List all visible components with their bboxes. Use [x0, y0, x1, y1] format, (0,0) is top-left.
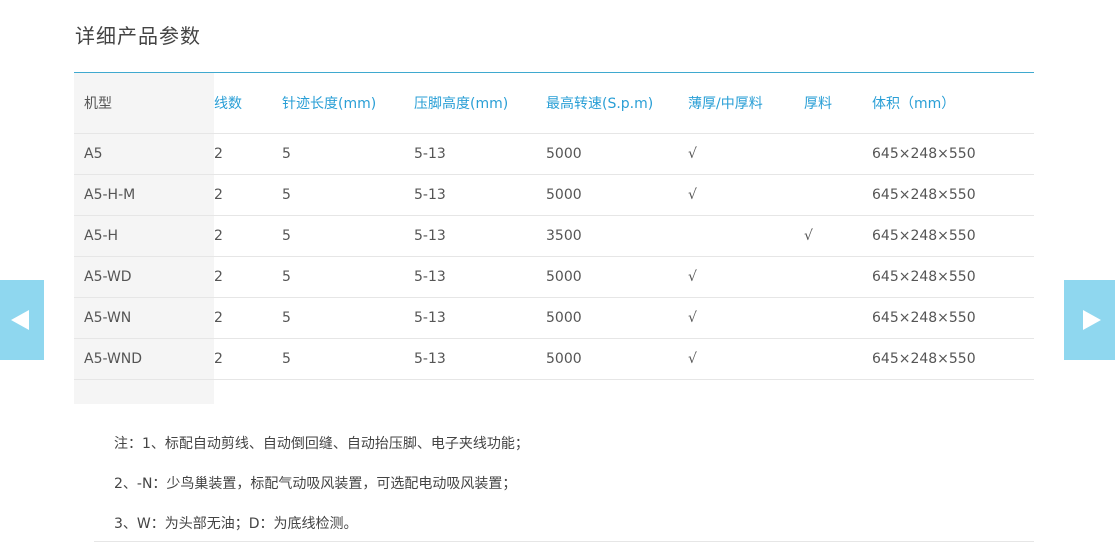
note-line-2: 2、-N：少鸟巢装置，标配气动吸风装置，可选配电动吸风装置；: [114, 476, 517, 492]
cell-model: A5: [74, 133, 214, 175]
cell-thread-count: 2: [214, 174, 282, 216]
header-thread-count: 线数: [214, 73, 282, 134]
table-row: A5-H 2 5 5-13 3500 √ 645×248×550: [74, 215, 1034, 257]
cell-max-speed: 5000: [546, 256, 688, 298]
cell-max-speed: 5000: [546, 174, 688, 216]
header-thick-material: 厚料: [804, 73, 872, 134]
cell-thread-count: 2: [214, 215, 282, 257]
cell-volume: 645×248×550: [872, 297, 1034, 339]
header-model: 机型: [74, 73, 214, 134]
cell-thick-material: [804, 174, 872, 216]
table-row: A5 2 5 5-13 5000 √ 645×248×550: [74, 133, 1034, 175]
header-stitch-length: 针迹长度(mm): [282, 73, 414, 134]
cell-thread-count: 2: [214, 256, 282, 298]
header-presser-foot-height: 压脚高度(mm): [414, 73, 546, 134]
cell-thick-material: √: [804, 215, 872, 257]
cell-stitch-length: 5: [282, 174, 414, 216]
arrow-right-icon: [1083, 310, 1101, 330]
note-line-3: 3、W：为头部无油；D：为底线检测。: [114, 516, 358, 532]
cell-model: A5-H: [74, 215, 214, 257]
cell-thick-material: [804, 338, 872, 380]
cell-thread-count: 2: [214, 338, 282, 380]
table-row: A5-H-M 2 5 5-13 5000 √ 645×248×550: [74, 174, 1034, 216]
cell-thread-count: 2: [214, 297, 282, 339]
cell-thin-medium-material: [688, 215, 804, 257]
footer-spacer-cell: [74, 379, 214, 404]
section-title: 详细产品参数: [75, 24, 201, 48]
cell-volume: 645×248×550: [872, 133, 1034, 175]
cell-stitch-length: 5: [282, 297, 414, 339]
arrow-left-icon: [11, 310, 29, 330]
cell-stitch-length: 5: [282, 133, 414, 175]
cell-thin-medium-material: √: [688, 174, 804, 216]
cell-volume: 645×248×550: [872, 338, 1034, 380]
cell-presser-foot-height: 5-13: [414, 215, 546, 257]
product-spec-table: 机型 线数 针迹长度(mm) 压脚高度(mm) 最高转速(S.p.m) 薄厚/中…: [74, 73, 1034, 404]
previous-button[interactable]: [0, 280, 44, 360]
table-row: A5-WD 2 5 5-13 5000 √ 645×248×550: [74, 256, 1034, 298]
table-row: A5-WN 2 5 5-13 5000 √ 645×248×550: [74, 297, 1034, 339]
cell-volume: 645×248×550: [872, 174, 1034, 216]
table-header-row: 机型 线数 针迹长度(mm) 压脚高度(mm) 最高转速(S.p.m) 薄厚/中…: [74, 73, 1034, 134]
cell-presser-foot-height: 5-13: [414, 133, 546, 175]
note-line-1: 注：1、标配自动剪线、自动倒回缝、自动抬压脚、电子夹线功能；: [114, 436, 529, 452]
cell-thread-count: 2: [214, 133, 282, 175]
table-row: A5-WND 2 5 5-13 5000 √ 645×248×550: [74, 338, 1034, 380]
next-button[interactable]: [1064, 280, 1115, 360]
cell-volume: 645×248×550: [872, 215, 1034, 257]
header-volume: 体积（mm）: [872, 73, 1034, 134]
cell-thin-medium-material: √: [688, 256, 804, 298]
cell-model: A5-WN: [74, 297, 214, 339]
notes-divider: [94, 541, 1034, 542]
cell-stitch-length: 5: [282, 215, 414, 257]
cell-model: A5-H-M: [74, 174, 214, 216]
cell-max-speed: 5000: [546, 297, 688, 339]
table-footer-spacer: [74, 379, 1034, 405]
cell-thick-material: [804, 256, 872, 298]
cell-presser-foot-height: 5-13: [414, 174, 546, 216]
cell-model: A5-WND: [74, 338, 214, 380]
cell-max-speed: 3500: [546, 215, 688, 257]
cell-max-speed: 5000: [546, 133, 688, 175]
cell-thick-material: [804, 297, 872, 339]
cell-max-speed: 5000: [546, 338, 688, 380]
cell-thin-medium-material: √: [688, 338, 804, 380]
footer-spacer-cell: [214, 380, 1034, 405]
cell-thin-medium-material: √: [688, 133, 804, 175]
cell-thick-material: [804, 133, 872, 175]
header-thin-medium-material: 薄厚/中厚料: [688, 73, 804, 134]
cell-presser-foot-height: 5-13: [414, 256, 546, 298]
cell-thin-medium-material: √: [688, 297, 804, 339]
cell-stitch-length: 5: [282, 256, 414, 298]
cell-presser-foot-height: 5-13: [414, 338, 546, 380]
header-max-speed: 最高转速(S.p.m): [546, 73, 688, 134]
cell-volume: 645×248×550: [872, 256, 1034, 298]
cell-stitch-length: 5: [282, 338, 414, 380]
cell-model: A5-WD: [74, 256, 214, 298]
cell-presser-foot-height: 5-13: [414, 297, 546, 339]
